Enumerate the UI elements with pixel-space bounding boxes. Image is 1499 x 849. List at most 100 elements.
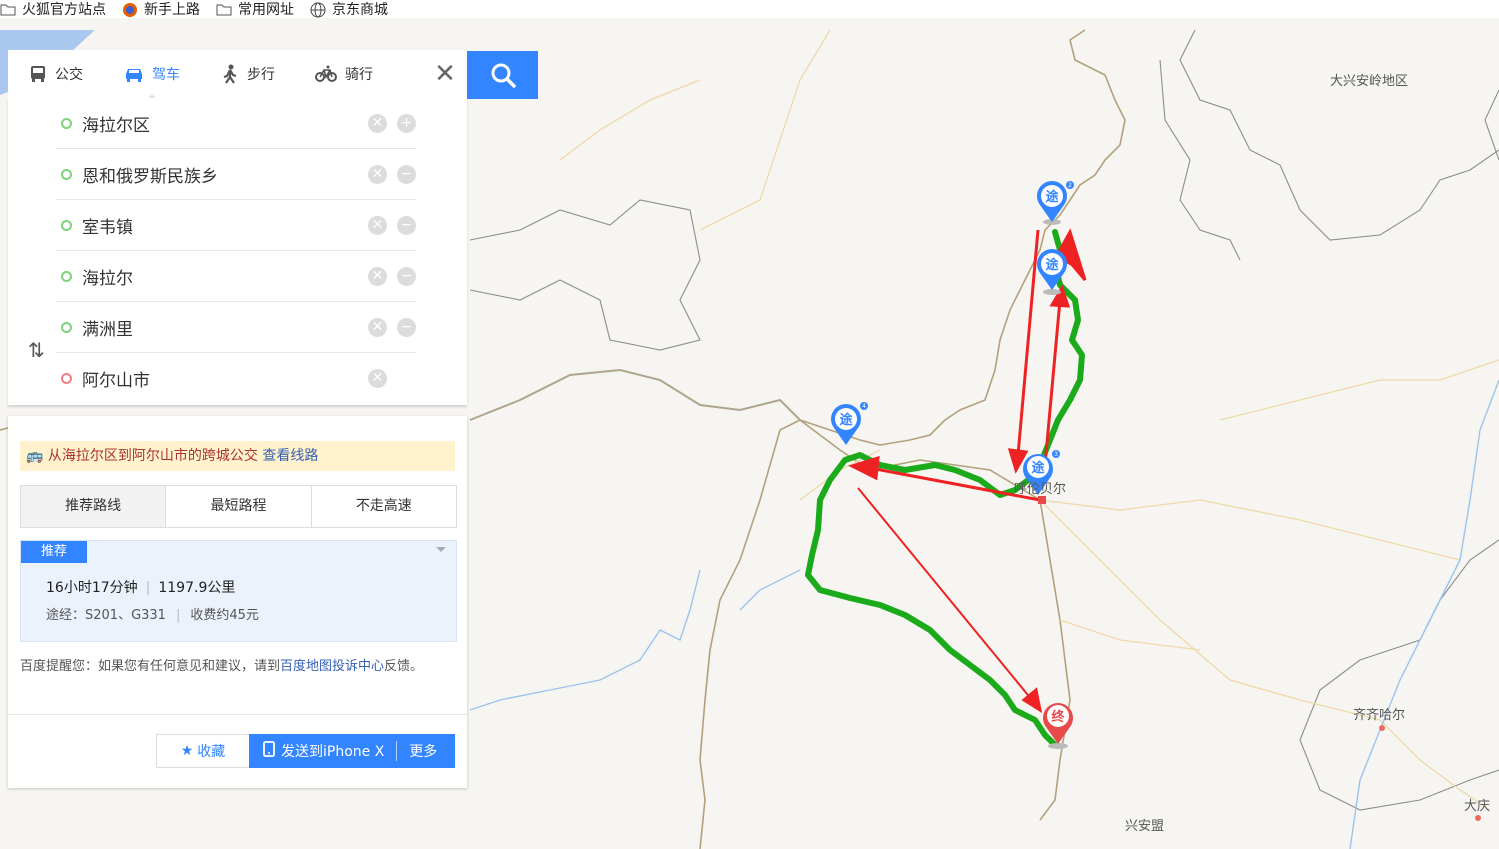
tab-bike[interactable]: 骑行 [296, 50, 392, 98]
tab-walk[interactable]: 步行 [200, 50, 296, 98]
bookmark-huohu[interactable]: 火狐官方站点 [0, 0, 106, 19]
route-distance: 1197.9公里 [158, 580, 236, 596]
view-transit-link[interactable]: 查看线路 [262, 448, 318, 464]
tab-bus[interactable]: 公交 [8, 50, 104, 98]
clear-icon[interactable]: ✕ [368, 164, 387, 184]
label-xinganmeng: 兴安盟 [1125, 819, 1164, 834]
bookmark-changyong[interactable]: 常用网址 [216, 0, 294, 19]
remove-stop-icon[interactable]: − [397, 317, 416, 337]
waypoint-num: 3 [1054, 451, 1058, 458]
favorite-label: 收藏 [197, 744, 226, 760]
tab-shortest[interactable]: 最短路程 [166, 486, 312, 527]
tab-drive[interactable]: 驾车 [104, 50, 200, 99]
stop-name[interactable]: 恩和俄罗斯民族乡 [82, 162, 358, 187]
star-icon: ★ [180, 743, 194, 759]
more-button[interactable]: 更多 [409, 741, 437, 761]
label-daqing: 大庆 [1464, 799, 1490, 814]
tab-recommended[interactable]: 推荐路线 [21, 486, 167, 527]
waypoint-label: 途 [1045, 257, 1059, 273]
close-icon[interactable]: ✕ [433, 61, 457, 87]
send-label: 发送到iPhone X [281, 744, 385, 760]
send-to-phone-button[interactable]: 发送到iPhone X 更多 [249, 734, 455, 768]
bus-icon [31, 66, 45, 82]
travel-mode-tabs: 公交 驾车 步行 骑行 ✕ [8, 50, 467, 99]
route-results-panel: 🚌 从海拉尔区到阿尔山市的跨城公交 查看线路 推荐路线 最短路程 不走高速 推荐… [8, 416, 467, 788]
remove-stop-icon[interactable]: − [397, 266, 416, 286]
via-dot-icon [61, 168, 72, 180]
bike-icon [315, 65, 337, 82]
clear-icon[interactable]: ✕ [368, 368, 387, 388]
notice-text: 百度提醒您：如果您有任何意见和建议，请到 [20, 659, 281, 674]
complaint-center-link[interactable]: 百度地图投诉中心 [280, 659, 384, 674]
stop-via-3[interactable]: 海拉尔 ✕ − [56, 251, 416, 302]
route-roads: 途经：S201、G331 [46, 608, 166, 623]
label-hulunbuir: 呼伦贝尔 [1014, 482, 1066, 497]
bookmark-label: 火狐官方站点 [22, 2, 106, 18]
via-dot-icon [61, 219, 72, 231]
clear-icon[interactable]: ✕ [368, 317, 387, 337]
tab-label: 步行 [247, 67, 275, 83]
stop-via-4[interactable]: 满洲里 ✕ − [56, 302, 416, 353]
divider [8, 714, 467, 715]
city-marker-qiqihar [1379, 725, 1385, 731]
tab-label: 驾车 [152, 67, 180, 83]
waypoint-label: 途 [1045, 189, 1059, 205]
waypoint-num: 2 [1068, 182, 1072, 189]
stop-name[interactable]: 海拉尔区 [82, 111, 358, 136]
stop-via-2[interactable]: 室韦镇 ✕ − [56, 200, 416, 251]
bookmark-label: 新手上路 [144, 2, 200, 18]
expand-icon[interactable] [436, 547, 446, 557]
clear-icon[interactable]: ✕ [368, 266, 387, 286]
clear-icon[interactable]: ✕ [368, 113, 387, 133]
route-metrics: 16小时17分钟 | 1197.9公里 [46, 580, 236, 596]
tab-label: 骑行 [345, 67, 373, 83]
search-icon [491, 63, 516, 88]
stop-name[interactable]: 海拉尔 [82, 264, 358, 289]
tab-label: 公交 [55, 67, 83, 83]
route-via: 途经：S201、G331 | 收费约45元 [46, 608, 259, 623]
remove-stop-icon[interactable]: − [397, 164, 416, 184]
bookmarks-bar: 火狐官方站点 新手上路 常用网址 京东商城 [0, 0, 1499, 18]
via-dot-icon [61, 270, 72, 282]
bookmark-label: 京东商城 [332, 2, 388, 18]
route-stops-panel: ⇅ 海拉尔区 ✕ + 恩和俄罗斯民族乡 ✕ − 室韦镇 ✕ − 海拉尔 ✕ − … [8, 98, 467, 405]
swap-icon[interactable]: ⇅ [28, 338, 45, 362]
phone-icon [263, 741, 275, 761]
remove-stop-icon[interactable]: − [397, 215, 416, 235]
stop-name[interactable]: 阿尔山市 [82, 366, 358, 391]
stop-name[interactable]: 室韦镇 [82, 213, 358, 238]
bookmark-xinshou[interactable]: 新手上路 [122, 0, 200, 19]
route-card[interactable]: 推荐 16小时17分钟 | 1197.9公里 途经：S201、G331 | 收费约45元 [20, 540, 457, 642]
stop-via-1[interactable]: 恩和俄罗斯民族乡 ✕ − [56, 149, 416, 200]
stop-start[interactable]: 海拉尔区 ✕ + [56, 98, 416, 149]
end-label: 终 [1051, 709, 1065, 725]
route-option-tabs: 推荐路线 最短路程 不走高速 [20, 485, 457, 528]
tab-no-highway[interactable]: 不走高速 [312, 486, 456, 527]
notice-suffix: 反馈。 [384, 659, 424, 674]
clear-icon[interactable]: ✕ [368, 215, 387, 235]
waypoint-label: 途 [1031, 460, 1045, 476]
waypoint-label: 途 [839, 412, 853, 428]
waypoint-num: 4 [862, 403, 866, 410]
folder-icon [0, 2, 16, 16]
route-duration: 16小时17分钟 [46, 580, 138, 596]
transit-tip: 🚌 从海拉尔区到阿尔山市的跨城公交 查看线路 [20, 441, 455, 471]
bookmark-jd[interactable]: 京东商城 [310, 0, 388, 19]
recommended-badge: 推荐 [21, 541, 87, 563]
route-toll: 收费约45元 [190, 608, 259, 623]
label-qiqihar: 齐齐哈尔 [1353, 707, 1405, 723]
transit-tip-text: 从海拉尔区到阿尔山市的跨城公交 [47, 448, 258, 464]
folder-icon [216, 2, 232, 16]
label-daxinganling: 大兴安岭地区 [1330, 74, 1408, 89]
favorite-button[interactable]: ★ 收藏 [156, 734, 250, 768]
bus-small-icon: 🚌 [26, 448, 44, 464]
stop-end[interactable]: 阿尔山市 ✕ [56, 353, 416, 403]
stop-name[interactable]: 满洲里 [82, 315, 358, 340]
car-icon [126, 69, 142, 82]
search-button[interactable] [467, 51, 538, 99]
walk-icon [223, 64, 237, 84]
add-stop-icon[interactable]: + [397, 113, 416, 133]
city-marker-hulunbuir [1038, 496, 1046, 504]
city-marker-daqing [1475, 815, 1481, 821]
end-dot-icon [61, 372, 72, 384]
